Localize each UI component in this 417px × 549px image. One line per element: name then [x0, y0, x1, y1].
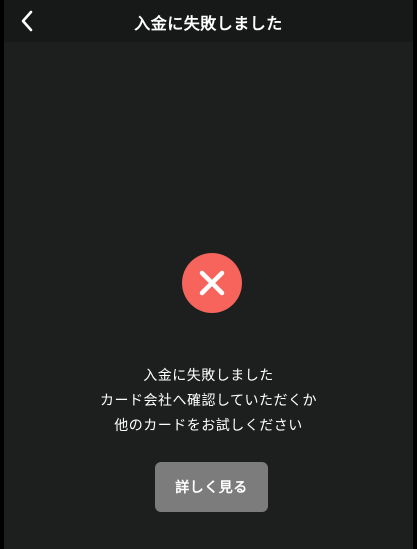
details-button[interactable]: 詳しく見る [155, 462, 268, 512]
error-message: 入金に失敗しました カード会社へ確認していただくか 他のカードをお試しください [4, 364, 413, 439]
message-line: 他のカードをお試しください [114, 418, 303, 434]
header-bar: 入金に失敗しました [4, 0, 413, 42]
message-line: 入金に失敗しました [143, 368, 274, 384]
page-title: 入金に失敗しました [134, 14, 283, 33]
screen: 入金に失敗しました 入金に失敗しました カード会社へ確認していただくか 他のカー… [0, 0, 417, 549]
error-x-icon [182, 253, 242, 313]
message-line: カード会社へ確認していただくか [99, 393, 318, 409]
